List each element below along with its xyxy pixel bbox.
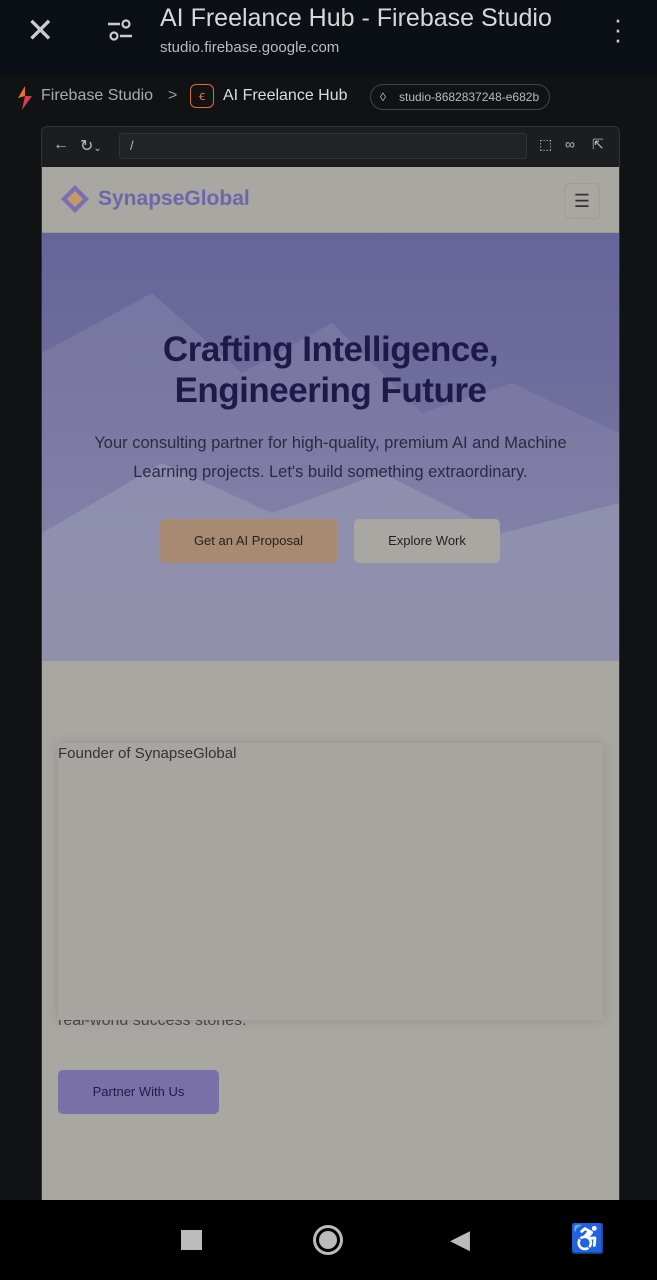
project-id: studio-8682837248-e682b	[399, 90, 540, 104]
brand-logo-icon	[61, 185, 89, 213]
back-nav-icon[interactable]: ◀	[450, 1224, 470, 1255]
home-icon[interactable]	[313, 1225, 343, 1255]
hamburger-menu-icon[interactable]: ☰	[564, 183, 600, 219]
page-title: AI Freelance Hub - Firebase Studio	[160, 4, 552, 32]
page-url[interactable]: studio.firebase.google.com	[160, 39, 339, 56]
partner-with-us-button[interactable]: Partner With Us	[58, 1070, 219, 1114]
more-options-icon[interactable]: · · ·	[608, 6, 628, 52]
hero-title-line2: Engineering Future	[174, 371, 487, 410]
get-ai-proposal-button[interactable]: Get an AI Proposal	[160, 519, 337, 563]
firebase-logo-icon	[18, 86, 32, 110]
reload-icon[interactable]: ↻⌄	[80, 136, 102, 156]
site-preview: SynapseGlobal ☰ Crafting Intelligence, En…	[42, 167, 619, 1200]
recents-icon[interactable]	[181, 1230, 202, 1250]
app-brain-icon: ꞓ	[190, 84, 214, 108]
project-drop-icon: ◊	[380, 90, 386, 104]
explore-work-button[interactable]: Explore Work	[354, 519, 500, 563]
preview-address-input[interactable]: /	[119, 133, 527, 159]
breadcrumb-app[interactable]: AI Freelance Hub	[223, 87, 348, 105]
founder-image: Founder of SynapseGlobal	[58, 743, 603, 1020]
breadcrumb-firebase-studio[interactable]: Firebase Studio	[41, 87, 153, 105]
hero-section: Crafting Intelligence, Engineering Future…	[42, 233, 619, 661]
hero-title-line1: Crafting Intelligence,	[162, 330, 499, 369]
project-id-badge[interactable]: ◊ studio-8682837248-e682b	[370, 84, 551, 110]
brand-name[interactable]: SynapseGlobal	[98, 187, 250, 211]
hero-subtitle: Your consulting partner for high-quality…	[94, 434, 567, 481]
select-element-icon[interactable]: ⬚	[539, 136, 552, 153]
site-header: SynapseGlobal ☰	[42, 167, 619, 233]
android-nav-bar: ◀ ♿	[0, 1200, 657, 1280]
close-icon[interactable]: ✕	[26, 14, 55, 48]
back-icon[interactable]: ←	[53, 136, 69, 154]
hero-title: Crafting Intelligence, Engineering Future	[42, 329, 619, 411]
open-external-icon[interactable]: ⇱	[592, 136, 604, 153]
link-icon[interactable]: ∞	[565, 136, 575, 152]
founder-image-alt: Founder of SynapseGlobal	[58, 745, 237, 762]
site-settings-icon[interactable]	[106, 18, 134, 42]
accessibility-icon[interactable]: ♿	[570, 1222, 605, 1255]
breadcrumb-separator: >	[168, 87, 178, 104]
